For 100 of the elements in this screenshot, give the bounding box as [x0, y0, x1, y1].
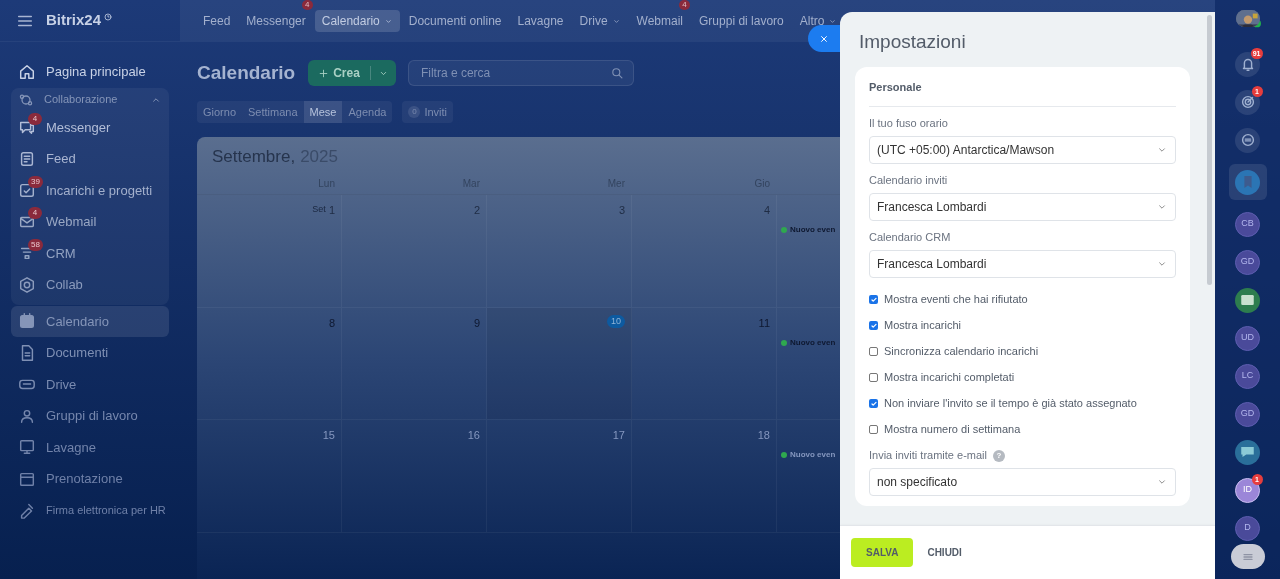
day-number: 16 [467, 428, 480, 443]
check-icon [869, 399, 878, 408]
view-tab[interactable]: Mese [303, 101, 343, 123]
group-header[interactable]: Collaborazione [11, 87, 169, 112]
avatar: GD [1235, 249, 1260, 275]
whiteboard-icon [18, 438, 36, 457]
sidebar-item[interactable]: Prenotazione [11, 463, 169, 495]
nav-tab[interactable]: Calendario [314, 10, 400, 32]
logo: Bitrix24 [46, 10, 102, 31]
sidebar-item[interactable]: Gruppi di lavoro [11, 400, 169, 432]
clock-icon [103, 11, 114, 22]
checkbox-row[interactable]: Mostra eventi che hai rifiutato [869, 292, 1176, 307]
rail-item[interactable]: GD [1228, 246, 1267, 279]
checkbox[interactable] [869, 295, 878, 304]
badge: 58 [28, 238, 43, 251]
checkbox[interactable] [869, 347, 878, 356]
nav-tab[interactable]: Gruppi di lavoro [692, 10, 791, 32]
badge: 4 [301, 0, 313, 10]
page-title: Calendario [197, 60, 296, 85]
create-button[interactable]: Crea [308, 60, 396, 86]
day-number: 15 [322, 428, 335, 443]
month-prefix: Set [312, 203, 326, 216]
nav-tab[interactable]: Lavagne [510, 10, 571, 32]
day-number: 1 [328, 203, 335, 218]
avatar: GD [1235, 401, 1260, 427]
month-title: Settembre, [212, 145, 296, 168]
sidebar-item[interactable]: Lavagne [11, 431, 169, 463]
day-number: 9 [473, 315, 480, 331]
sidebar-item[interactable]: Drive [11, 368, 169, 400]
save-button[interactable]: SALVA [851, 538, 914, 567]
badge: 4 [679, 0, 691, 10]
sidebar-item[interactable]: CRM 58 [11, 237, 169, 269]
field-label: Il tuo fuso orario [869, 116, 948, 132]
avatar: LC [1235, 363, 1260, 389]
sidebar-item[interactable]: Firma elettronica per HR [11, 494, 169, 526]
sidebar-item[interactable]: Incarichi e progetti 39 [11, 174, 169, 206]
check-icon [869, 295, 878, 304]
checkbox[interactable] [869, 399, 878, 408]
sidebar-item[interactable]: Collab [11, 269, 169, 301]
avatar: D [1235, 515, 1260, 541]
sidebar-item[interactable]: Messenger 4 [11, 111, 169, 143]
sidebar-item[interactable]: Calendario [11, 305, 169, 337]
home-icon [18, 62, 36, 81]
nav-tab[interactable]: Documenti online [401, 10, 509, 32]
day-number: 3 [618, 203, 625, 218]
select-field[interactable]: Francesca Lombardi [869, 193, 1176, 221]
menu-button[interactable] [1230, 544, 1265, 569]
checkbox-row[interactable]: Non inviare l'invito se il tempo è già stato assegnato [869, 396, 1176, 411]
day-number: 10 [607, 314, 625, 328]
calendar-event[interactable]: Nuovo even [781, 224, 836, 236]
nav-tab[interactable]: Webmail [629, 10, 691, 32]
check-icon [869, 321, 878, 330]
search-icon [609, 66, 624, 80]
avatar: CB [1235, 211, 1260, 237]
checkbox[interactable] [869, 321, 878, 330]
nav-tab[interactable]: Drive [572, 10, 628, 32]
sidebar-item[interactable]: Webmail 4 [11, 206, 169, 238]
avatar: UD [1235, 325, 1260, 351]
checkbox-row[interactable]: Mostra numero di settimana [869, 422, 1176, 437]
close-link[interactable]: CHIUDI [925, 538, 964, 567]
select-field[interactable]: non specificato [869, 468, 1176, 496]
close-button[interactable] [808, 25, 840, 52]
checkbox-row[interactable]: Sincronizza calendario incarichi [869, 344, 1176, 359]
day-number: 17 [612, 428, 625, 443]
view-tab[interactable]: Giorno [197, 101, 243, 123]
checkbox[interactable] [869, 425, 878, 434]
section-title: Personale [869, 79, 922, 95]
nav-tab[interactable]: Feed [196, 10, 238, 32]
pen-icon [18, 501, 36, 520]
sidebar-item[interactable]: Feed [11, 143, 169, 175]
badge: 4 [28, 112, 42, 125]
checkbox[interactable] [869, 373, 878, 382]
select-field[interactable]: Francesca Lombardi [869, 250, 1176, 278]
sidebar-item[interactable]: Pagina principale [11, 56, 169, 88]
message-icon [1241, 447, 1254, 458]
rail-item[interactable]: GD [1228, 398, 1267, 431]
calendar-event[interactable]: Nuovo even [781, 449, 836, 461]
day-number: 11 [758, 315, 770, 331]
day-number: 4 [763, 203, 770, 218]
bookmark-icon [1243, 176, 1252, 189]
field-label: Calendario inviti [869, 173, 948, 189]
day-number: 2 [473, 203, 480, 218]
day-number: 8 [328, 315, 335, 331]
checkbox-row[interactable]: Mostra incarichi completati [869, 370, 1176, 385]
document-icon [18, 149, 36, 168]
select-field[interactable]: (UTC +05:00) Antarctica/Mawson [869, 136, 1176, 164]
view-tab[interactable]: Settimana [242, 101, 304, 123]
panel-title: Impostazioni [858, 30, 967, 54]
rail-item[interactable]: CB [1228, 208, 1267, 241]
sidebar-item[interactable]: Documenti [11, 337, 169, 369]
rail-item[interactable]: D [1228, 512, 1267, 545]
rail-item[interactable]: LC [1228, 360, 1267, 393]
scrollbar[interactable] [1207, 15, 1212, 285]
badge: 39 [28, 175, 43, 188]
id-card-icon [1241, 295, 1254, 306]
plus-icon [318, 67, 330, 79]
rail-item[interactable]: UD [1228, 322, 1267, 355]
checkbox-row[interactable]: Mostra incarichi [869, 318, 1176, 333]
view-tab[interactable]: Agenda [342, 101, 393, 123]
nav-tab[interactable]: Messenger [239, 10, 313, 32]
